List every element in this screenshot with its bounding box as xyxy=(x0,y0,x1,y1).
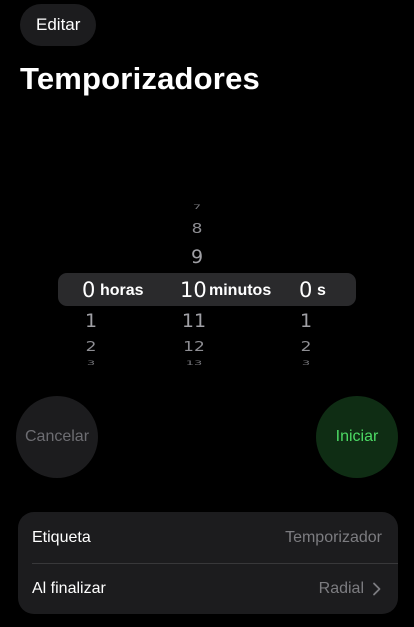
seconds-wheel-option[interactable]: 3 xyxy=(302,360,310,367)
hours-selected-value[interactable]: 0 xyxy=(82,276,95,304)
hours-unit-label: horas xyxy=(100,282,144,299)
cancel-button[interactable]: Cancelar xyxy=(16,396,98,478)
seconds-unit-label: s xyxy=(317,282,326,299)
seconds-wheel-option[interactable]: 1 xyxy=(300,310,312,332)
minutes-wheel-option[interactable]: 13 xyxy=(186,360,203,367)
seconds-selected-value[interactable]: 0 xyxy=(299,276,312,304)
hours-wheel-option[interactable]: 1 xyxy=(85,310,97,332)
edit-button[interactable]: Editar xyxy=(20,4,97,46)
hours-wheel-option[interactable]: 2 xyxy=(86,339,97,355)
label-row-title: Etiqueta xyxy=(32,529,91,546)
minutes-wheel-option[interactable]: 8 xyxy=(192,221,203,237)
chevron-right-icon xyxy=(373,582,381,596)
timer-settings-card: Etiqueta Temporizador Al finalizar Radia… xyxy=(18,512,398,614)
minutes-wheel-option[interactable]: 7 xyxy=(193,204,201,211)
minutes-wheel-option[interactable]: 11 xyxy=(182,310,206,332)
label-row[interactable]: Etiqueta Temporizador xyxy=(18,512,398,563)
when-timer-ends-title: Al finalizar xyxy=(32,580,106,597)
label-input-placeholder[interactable]: Temporizador xyxy=(285,527,382,549)
minutes-unit-label: minutos xyxy=(209,282,272,299)
when-timer-ends-row[interactable]: Al finalizar Radial xyxy=(18,563,398,614)
minutes-wheel-option[interactable]: 9 xyxy=(191,246,203,268)
minutes-selected-value[interactable]: 10 xyxy=(180,276,207,304)
minutes-wheel-option[interactable]: 12 xyxy=(183,339,205,355)
start-button[interactable]: Iniciar xyxy=(316,396,398,478)
hours-wheel-option[interactable]: 3 xyxy=(87,360,95,367)
page-title: Temporizadores xyxy=(20,61,260,96)
seconds-wheel-option[interactable]: 2 xyxy=(301,339,312,355)
timer-picker[interactable]: 7 8 9 0 horas 10 minutos 0 s 1 2 3 11 12… xyxy=(0,196,414,380)
when-timer-ends-value: Radial xyxy=(318,580,364,597)
